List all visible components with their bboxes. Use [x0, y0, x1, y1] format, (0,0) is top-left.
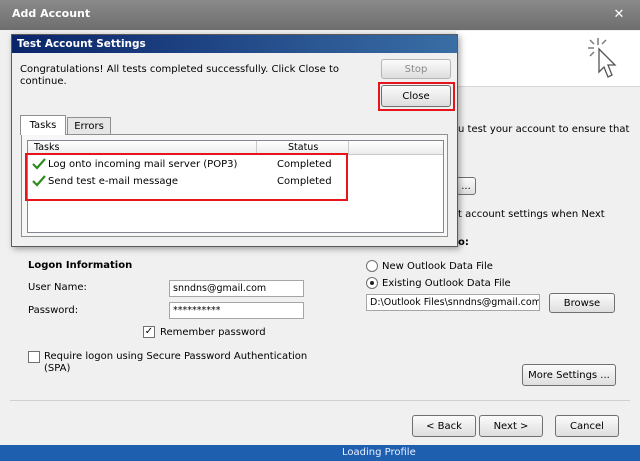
- test-account-settings-dialog: Test Account Settings Congratulations! A…: [11, 34, 458, 247]
- password-label: Password:: [28, 305, 79, 316]
- column-header-tasks[interactable]: Tasks: [34, 142, 59, 153]
- user-name-input[interactable]: snndns@gmail.com: [169, 280, 304, 297]
- browse-button[interactable]: Browse: [549, 293, 615, 313]
- logon-section-title: Logon Information: [28, 260, 133, 271]
- close-button-highlight: [378, 82, 455, 111]
- success-message: Congratulations! All tests completed suc…: [20, 64, 339, 87]
- partial-test-settings-button[interactable]: ...: [456, 177, 476, 195]
- wizard-cursor-icon: [588, 38, 617, 78]
- back-button[interactable]: < Back: [412, 415, 476, 437]
- taskbar-strip: [0, 445, 640, 461]
- dialog-title: Test Account Settings: [17, 38, 146, 50]
- new-data-file-label: New Outlook Data File: [382, 261, 493, 272]
- existing-data-file-radio[interactable]: [366, 277, 378, 289]
- close-icon[interactable]: ✕: [610, 7, 628, 23]
- data-file-path-input[interactable]: D:\Outlook Files\snndns@gmail.com: [366, 294, 540, 311]
- new-data-file-radio[interactable]: [366, 260, 378, 272]
- outer-title-bar: Add Account ✕: [0, 0, 640, 30]
- cancel-button[interactable]: Cancel: [555, 415, 619, 437]
- spa-checkbox[interactable]: [28, 351, 40, 363]
- dialog-title-bar: Test Account Settings: [12, 35, 457, 53]
- partial-test-settings-line: t account settings when Next: [458, 209, 605, 220]
- tab-errors[interactable]: Errors: [67, 117, 111, 135]
- partial-description-line: u test your account to ensure that: [458, 124, 630, 135]
- outer-window-title: Add Account: [12, 7, 91, 20]
- footer-divider: [10, 400, 630, 401]
- stop-button[interactable]: Stop: [381, 59, 451, 79]
- more-settings-button[interactable]: More Settings ...: [522, 364, 616, 386]
- loading-profile-text: Loading Profile: [342, 447, 416, 458]
- existing-data-file-label: Existing Outlook Data File: [382, 278, 511, 289]
- column-separator[interactable]: [348, 141, 349, 155]
- user-name-label: User Name:: [28, 282, 87, 293]
- tab-tasks[interactable]: Tasks: [20, 115, 66, 135]
- next-button[interactable]: Next >: [479, 415, 543, 437]
- column-header-status[interactable]: Status: [288, 142, 318, 153]
- remember-password-checkbox[interactable]: ✓: [143, 326, 155, 338]
- password-input[interactable]: **********: [169, 302, 304, 319]
- spa-label: Require logon using Secure Password Auth…: [44, 351, 308, 374]
- remember-password-label: Remember password: [160, 327, 266, 338]
- partial-deliver-label: o:: [458, 237, 469, 248]
- tasks-highlight: [25, 153, 348, 201]
